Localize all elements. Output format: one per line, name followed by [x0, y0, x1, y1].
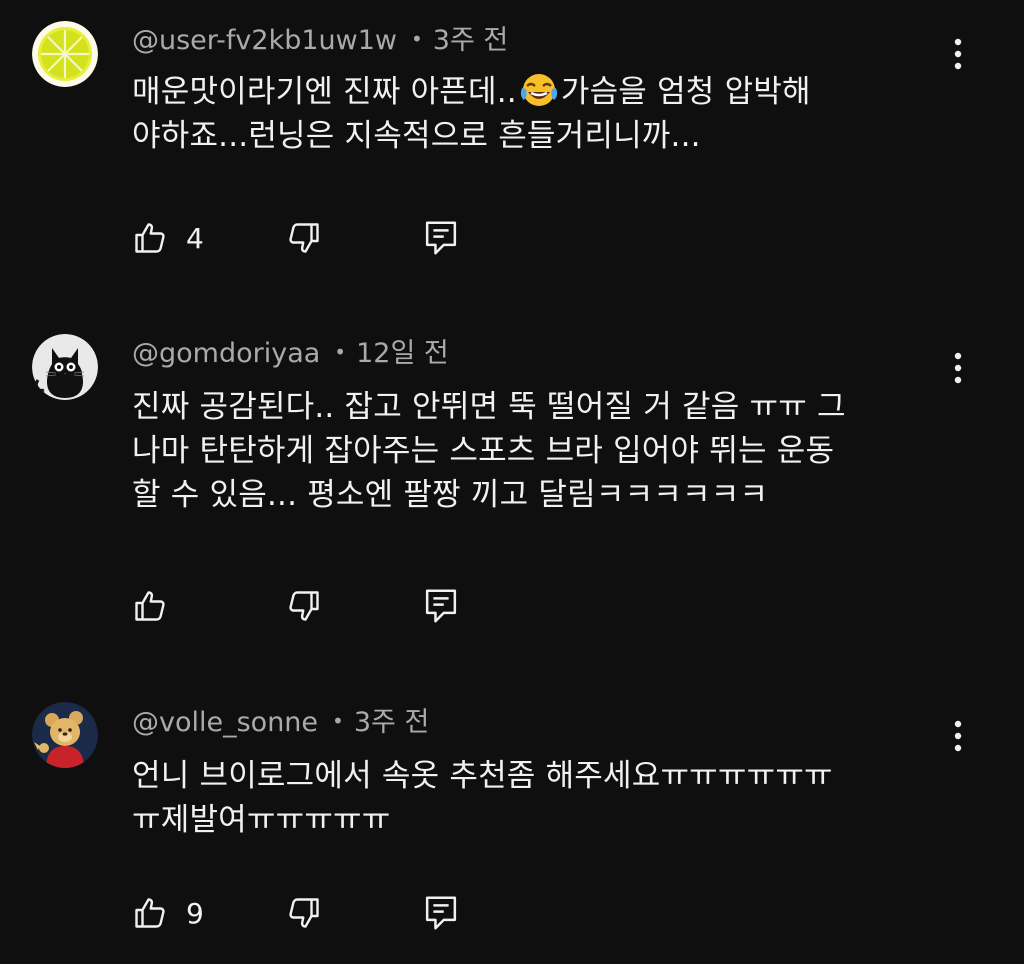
comment-line: 가슴을 엄청 압박해 [560, 74, 811, 110]
like-count: 4 [186, 221, 204, 255]
timestamp: 12일 전 [356, 338, 449, 369]
author-name[interactable]: @gomdoriyaa [132, 338, 320, 369]
more-vertical-icon[interactable] [946, 37, 970, 71]
dislike-button[interactable] [286, 218, 322, 258]
thumb-down-icon [289, 898, 319, 928]
bear-character-icon [32, 702, 98, 768]
comment-text: 진짜 공감된다.. 잡고 안뛰면 뚝 떨어질 거 같음 ㅠㅠ 그 나마 탄탄하게… [132, 385, 932, 517]
comment-line: 진짜 공감된다.. 잡고 안뛰면 뚝 떨어질 거 같음 ㅠㅠ 그 [132, 389, 846, 425]
thumb-down-icon [289, 223, 319, 253]
reply-button[interactable] [424, 586, 458, 626]
reply-comment-icon [425, 896, 457, 930]
face-with-tears-of-joy-icon [519, 72, 559, 120]
author-name[interactable]: @volle_sonne [132, 707, 318, 738]
more-vertical-icon[interactable] [946, 351, 970, 385]
dislike-button[interactable] [286, 586, 322, 626]
timestamp: 3주 전 [353, 707, 430, 738]
separator-dot: • [410, 27, 423, 51]
like-button[interactable] [132, 586, 186, 626]
thumb-up-icon [135, 223, 165, 253]
comment-actions [132, 586, 532, 626]
like-button[interactable]: 4 [132, 218, 204, 258]
reply-comment-icon [425, 221, 457, 255]
comment-line: 할 수 있음... 평소엔 팔짱 끼고 달림ㅋㅋㅋㅋㅋㅋ [132, 477, 769, 513]
more-vertical-icon[interactable] [946, 719, 970, 753]
black-cat-icon [32, 334, 98, 400]
thumb-up-icon [135, 898, 165, 928]
comment-actions: 4 [132, 218, 532, 258]
avatar[interactable] [32, 21, 98, 87]
comment-line: 언니 브이로그에서 속옷 추천좀 해주세요ㅠㅠㅠㅠㅠㅠ [132, 758, 833, 794]
comment-meta: @volle_sonne • 3주 전 [132, 703, 429, 741]
avatar[interactable] [32, 334, 98, 400]
dislike-button[interactable] [286, 893, 322, 933]
thumb-down-icon [289, 591, 319, 621]
comment-line: ㅠ제발여ㅠㅠㅠㅠㅠ [132, 802, 391, 838]
comment-line: 야하죠...런닝은 지속적으로 흔들거리니까... [132, 118, 701, 154]
comment-text: 매운맛이라기엔 진짜 아픈데.. 가슴을 엄청 압박해 야하죠...런닝은 지속… [132, 70, 932, 158]
avatar[interactable] [32, 702, 98, 768]
comment-meta: @gomdoriyaa • 12일 전 [132, 334, 449, 372]
separator-dot: • [334, 340, 347, 364]
timestamp: 3주 전 [432, 25, 509, 56]
comment-line: 매운맛이라기엔 진짜 아픈데.. [132, 74, 517, 110]
reply-button[interactable] [424, 218, 458, 258]
like-count: 9 [186, 896, 204, 930]
comment-text: 언니 브이로그에서 속옷 추천좀 해주세요ㅠㅠㅠㅠㅠㅠ ㅠ제발여ㅠㅠㅠㅠㅠ [132, 754, 932, 842]
thumb-up-icon [135, 591, 165, 621]
author-name[interactable]: @user-fv2kb1uw1w [132, 25, 397, 56]
separator-dot: • [332, 709, 344, 733]
comment-meta: @user-fv2kb1uw1w • 3주 전 [132, 21, 508, 59]
reply-comment-icon [425, 589, 457, 623]
lemon-slice-icon [32, 21, 98, 87]
like-button[interactable]: 9 [132, 893, 204, 933]
reply-button[interactable] [424, 893, 458, 933]
comment-line: 나마 탄탄하게 잡아주는 스포츠 브라 입어야 뛰는 운동 [132, 433, 835, 469]
comment-actions: 9 [132, 893, 532, 933]
